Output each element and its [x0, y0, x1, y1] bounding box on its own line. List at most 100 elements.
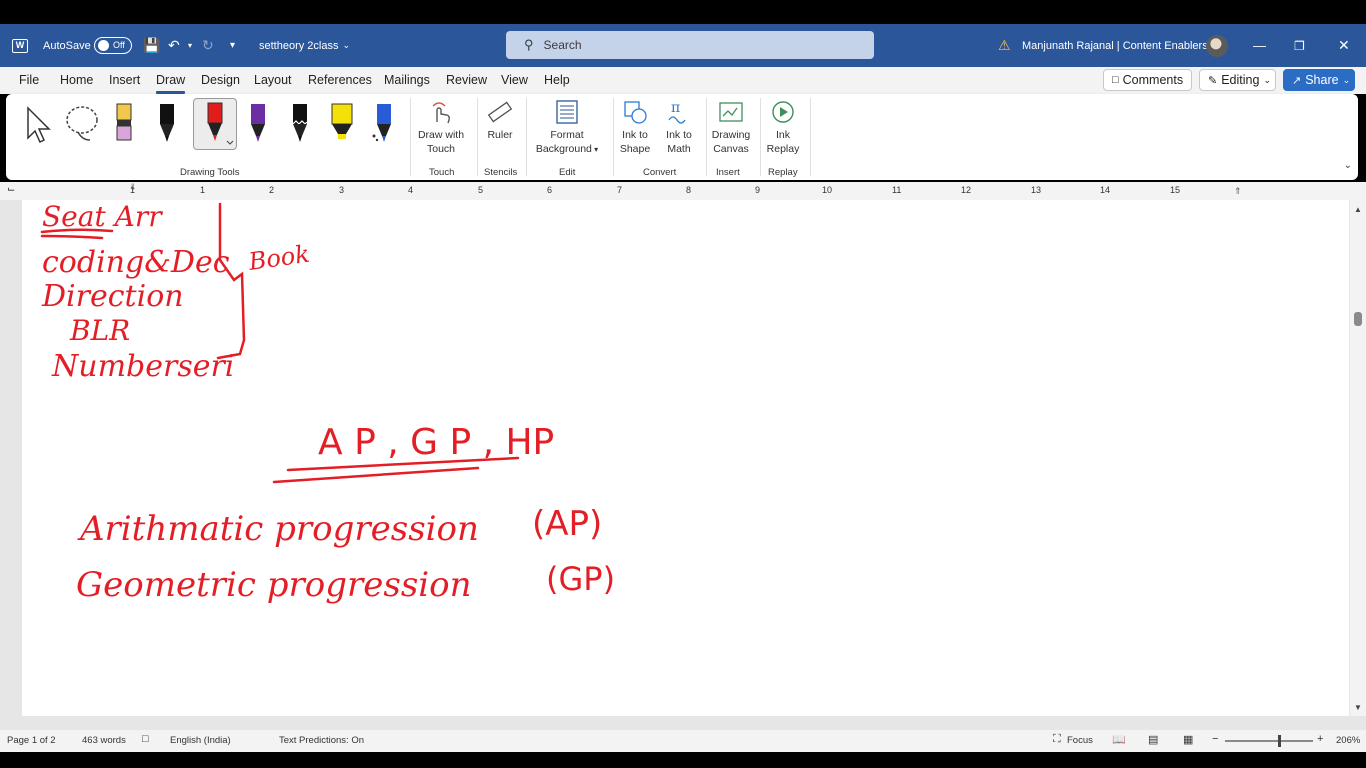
scroll-down-icon[interactable]: ▼: [1354, 703, 1362, 712]
ink-to-math-button[interactable]: π Ink to Math: [660, 98, 698, 156]
focus-icon[interactable]: ⛶: [1053, 733, 1061, 746]
avatar[interactable]: [1206, 24, 1228, 67]
scrollbar-thumb[interactable]: [1354, 312, 1362, 326]
group-label-stencils: Stencils: [484, 167, 518, 178]
tab-review[interactable]: Review: [446, 73, 487, 87]
ruler-number: 2: [269, 185, 275, 195]
document-page[interactable]: Seat Arr coding&Dec Direction BLR Number…: [22, 200, 1349, 716]
red-pen-icon[interactable]: [193, 98, 237, 150]
tab-view[interactable]: View: [501, 73, 528, 87]
eraser-icon[interactable]: [108, 100, 140, 146]
restore-icon[interactable]: ❐: [1294, 24, 1305, 67]
group-separator: [526, 98, 527, 176]
zoom-level[interactable]: 206%: [1336, 735, 1360, 746]
horizontal-ruler[interactable]: 1 1 2 3 4 5 6 7 8 9 10 11 12 13 14 15 ⇓ …: [0, 182, 1366, 200]
user-name[interactable]: Manjunath Rajanal | Content Enablers: [1022, 24, 1208, 67]
minimize-icon[interactable]: —: [1253, 24, 1266, 67]
group-separator: [613, 98, 614, 176]
ink-direction: Direction: [41, 279, 184, 314]
ink-to-shape-button[interactable]: Ink to Shape: [618, 98, 652, 156]
tab-layout[interactable]: Layout: [254, 73, 292, 87]
text-predictions[interactable]: Text Predictions: On: [279, 735, 364, 746]
tab-insert[interactable]: Insert: [109, 73, 140, 87]
comments-button[interactable]: □ Comments: [1103, 69, 1192, 91]
ink-bracket: [216, 202, 246, 360]
save-icon[interactable]: 💾: [143, 24, 160, 67]
right-indent-marker-icon[interactable]: ⇑: [1234, 186, 1242, 197]
zoom-in-button[interactable]: +: [1317, 733, 1323, 745]
highlighter-icon[interactable]: [326, 100, 358, 146]
ruler-number: 13: [1031, 185, 1042, 195]
ink-book: Book: [246, 240, 311, 276]
undo-icon[interactable]: ↶: [168, 24, 180, 67]
tab-mailings[interactable]: Mailings: [384, 73, 430, 87]
comment-icon: □: [1112, 74, 1119, 86]
warning-icon[interactable]: ⚠: [998, 24, 1011, 67]
zoom-slider-thumb[interactable]: [1278, 735, 1281, 747]
vertical-scrollbar[interactable]: [1350, 200, 1366, 716]
chevron-down-icon: ▾: [591, 145, 599, 154]
galaxy-pen-icon[interactable]: [368, 100, 400, 146]
word-logo-icon: W: [12, 24, 32, 67]
group-separator: [477, 98, 478, 176]
word-count[interactable]: 463 words: [82, 735, 126, 746]
close-icon[interactable]: ✕: [1338, 24, 1350, 67]
print-layout-icon[interactable]: ▤: [1148, 733, 1158, 746]
editing-button[interactable]: ✎ Editing ⌄: [1199, 69, 1276, 91]
black-pen-icon[interactable]: [151, 100, 183, 146]
chevron-down-icon: ⌄: [1342, 74, 1351, 85]
group-label-insert: Insert: [716, 167, 740, 178]
scroll-up-icon[interactable]: ▲: [1354, 205, 1362, 214]
ruler-number: 3: [339, 185, 345, 195]
autosave-toggle[interactable]: Off: [94, 24, 132, 67]
tab-home[interactable]: Home: [60, 73, 93, 87]
ruler-number: 11: [892, 185, 902, 195]
tab-file[interactable]: File: [19, 73, 39, 87]
customize-qat-icon[interactable]: ▾: [230, 24, 235, 67]
collapse-ribbon-icon[interactable]: ⌄: [1344, 160, 1352, 171]
ruler-number: 5: [478, 185, 484, 195]
lasso-tool-icon[interactable]: [64, 100, 98, 146]
tab-references[interactable]: References: [308, 73, 372, 87]
tab-help[interactable]: Help: [544, 73, 570, 87]
focus-label[interactable]: Focus: [1067, 735, 1093, 746]
purple-pen-icon[interactable]: [242, 100, 274, 146]
indent-marker-icon[interactable]: ⇓: [129, 182, 137, 193]
ruler-button[interactable]: Ruler: [482, 98, 518, 142]
ruler-number: 14: [1100, 185, 1111, 195]
share-button[interactable]: ↗ Share ⌄: [1283, 69, 1355, 91]
format-background-button[interactable]: Format Background ▾: [532, 98, 602, 157]
group-label-touch: Touch: [429, 167, 455, 178]
tab-draw[interactable]: Draw: [156, 73, 186, 94]
ink-number-series: Numberseri: [51, 349, 234, 384]
undo-dropdown-icon[interactable]: ▾: [188, 24, 192, 67]
redo-icon[interactable]: ↻: [202, 24, 214, 67]
format-background-icon: [556, 100, 578, 124]
language[interactable]: English (India): [170, 735, 231, 746]
ink-blr: BLR: [69, 314, 130, 347]
tab-design[interactable]: Design: [201, 73, 240, 87]
page-count[interactable]: Page 1 of 2: [7, 735, 56, 746]
ribbon-draw: Drawing Tools Draw with Touch Touch Ruler…: [6, 94, 1358, 180]
group-separator: [706, 98, 707, 176]
select-tool-icon[interactable]: [22, 100, 54, 146]
pencil-icon[interactable]: [284, 100, 316, 146]
ruler-number: 7: [617, 185, 623, 195]
proofing-icon[interactable]: □: [142, 733, 149, 745]
document-title[interactable]: settheory 2class ⌄: [259, 24, 350, 67]
search-placeholder: Search: [543, 38, 582, 52]
drawing-canvas-button[interactable]: Drawing Canvas: [709, 98, 753, 156]
group-separator: [810, 98, 811, 176]
zoom-slider[interactable]: [1225, 740, 1313, 742]
tab-stop-icon[interactable]: ⌙: [7, 184, 15, 195]
search-box[interactable]: ⚲ Search: [506, 31, 874, 59]
zoom-out-button[interactable]: −: [1212, 733, 1218, 745]
chevron-down-icon: ⌄: [1263, 74, 1271, 85]
group-separator: [760, 98, 761, 176]
ruler-number: 4: [408, 185, 414, 195]
read-mode-icon[interactable]: 📖: [1112, 733, 1126, 746]
web-layout-icon[interactable]: ▦: [1183, 733, 1193, 746]
ink-ap-abbr: (AP): [532, 504, 602, 544]
ink-replay-button[interactable]: Ink Replay: [764, 98, 802, 156]
draw-with-touch-button[interactable]: Draw with Touch: [414, 98, 468, 156]
